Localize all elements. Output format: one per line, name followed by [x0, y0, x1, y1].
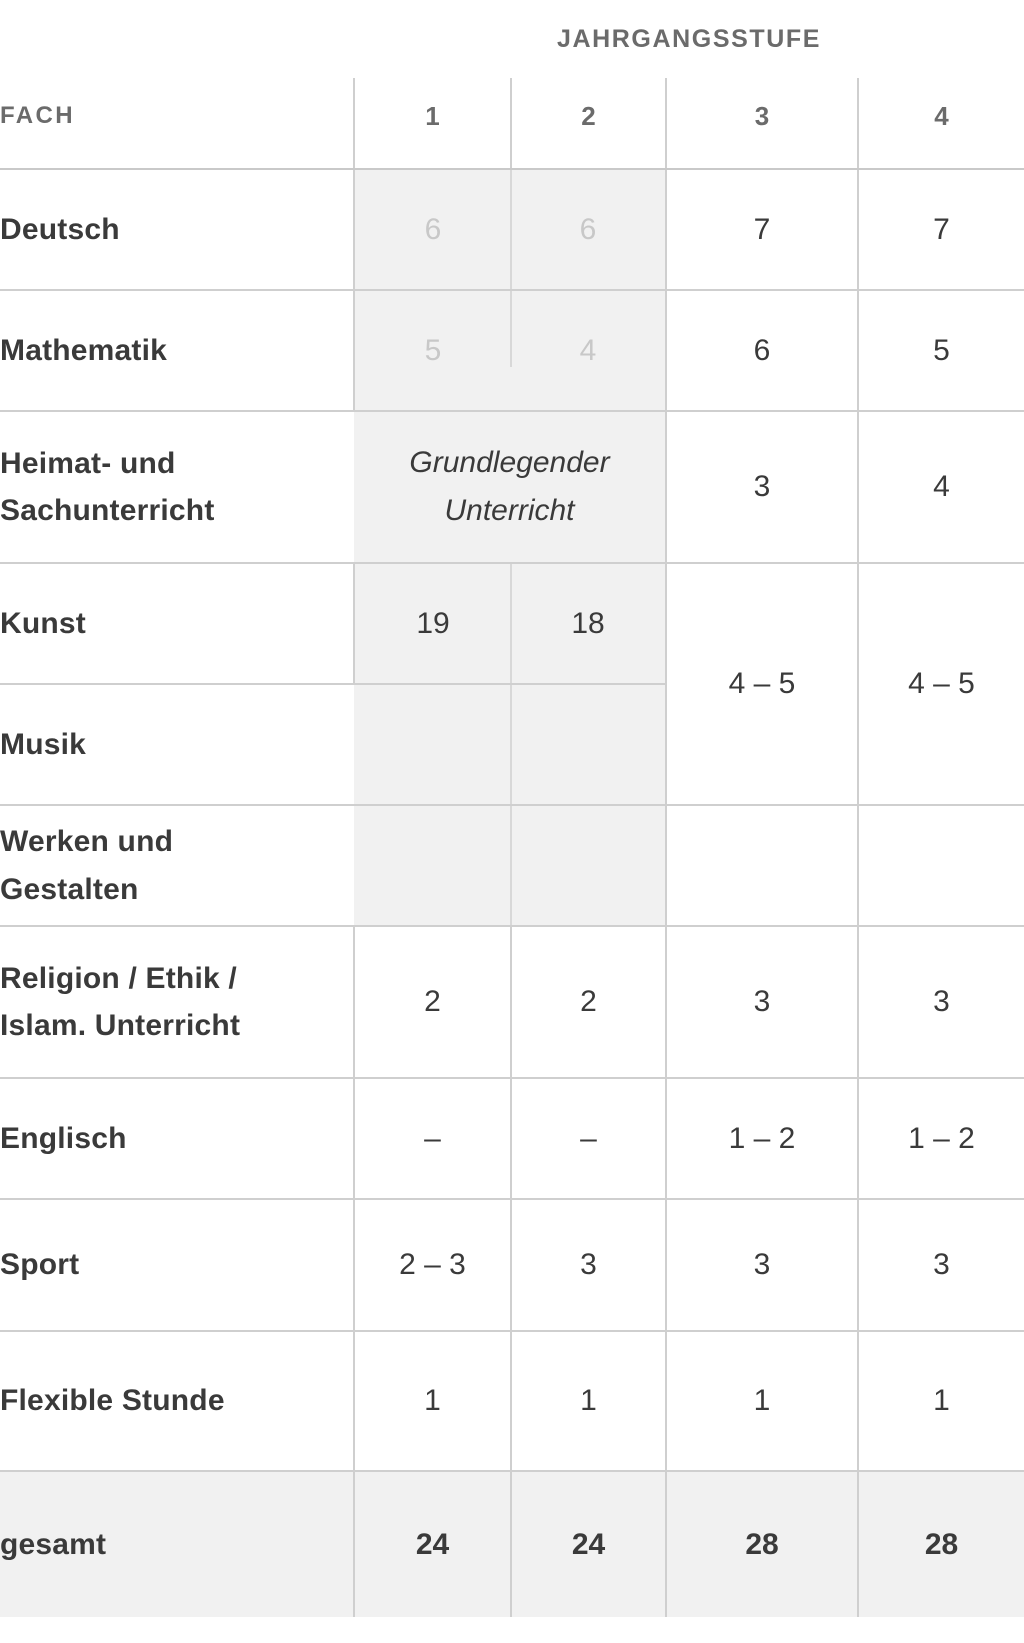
cell-flexible-year-4: 1	[856, 1331, 1024, 1472]
row-subject-kunst: Kunst	[0, 563, 354, 685]
cell-gesamt-year-1: 24	[353, 1470, 511, 1617]
group-header-jahrgangsstufe: JAHRGANGSSTUFE	[556, 24, 822, 53]
cell-religion-year-2: 2	[510, 926, 666, 1079]
row-subject-musik: Musik	[0, 684, 354, 806]
column-header-year-1: 1	[353, 78, 511, 170]
cell-religion-year-3: 3	[665, 926, 858, 1079]
cell-werken-year-2	[510, 805, 666, 927]
cell-heimat-year-4: 4	[856, 411, 1024, 564]
cell-sport-year-3: 3	[665, 1199, 858, 1332]
row-subject-religion-ethik-islam: Religion / Ethik / Islam. Unterricht	[0, 926, 354, 1079]
cell-kunst-year-2: 18	[510, 563, 666, 685]
cell-mathematik-year-4: 5	[856, 290, 1024, 412]
row-subject-heimat-sachunterricht: Heimat- und Sachunterricht	[0, 411, 354, 564]
group-header-row: JAHRGANGSSTUFE	[0, 0, 1024, 78]
cell-deutsch-year-1: 6	[353, 169, 511, 291]
table-row: Sport 2 – 3 3 3 3	[0, 1199, 1024, 1332]
row-subject-sport: Sport	[0, 1199, 354, 1332]
cell-flexible-year-2: 1	[510, 1331, 666, 1472]
cell-grundlegender-unterricht: Grundlegender Unterricht	[354, 411, 666, 564]
table-row: Heimat- und Sachunterricht Grundlegender…	[0, 411, 1024, 564]
cell-werken-year-1	[354, 805, 511, 927]
cell-kunst-year-1: 19	[353, 563, 511, 685]
cell-flexible-year-1: 1	[353, 1331, 511, 1472]
row-subject-line-2: Sachunterricht	[0, 494, 215, 527]
table-body: Deutsch 6 6 7 7 Mathematik 5 4 6 5 Heima…	[0, 169, 1024, 1617]
row-subject-line-1: Heimat- und	[0, 446, 176, 480]
row-subject-line-2: Islam. Unterricht	[0, 1009, 241, 1042]
row-subject-gesamt: gesamt	[0, 1470, 354, 1617]
cell-mathematik-year-2: 4	[510, 290, 666, 412]
cell-deutsch-year-2: 6	[510, 169, 666, 291]
column-header-row: FACH 1 2 3 4	[0, 78, 1024, 170]
cell-deutsch-year-3: 7	[665, 169, 858, 291]
group-header-spacer	[0, 0, 354, 78]
table-header: JAHRGANGSSTUFE FACH 1 2 3 4	[0, 0, 1024, 170]
cell-musik-year-2	[510, 684, 666, 806]
stundentafel-sheet: JAHRGANGSSTUFE FACH 1 2 3 4 Deutsch 6 6 …	[0, 0, 1024, 1643]
cell-gesamt-year-4: 28	[856, 1470, 1024, 1617]
column-header-fach: FACH	[0, 78, 354, 170]
row-subject-line-2: Gestalten	[0, 872, 139, 906]
cell-heimat-year-3: 3	[665, 411, 858, 564]
cell-musik-year-1	[354, 684, 511, 806]
cell-religion-year-4: 3	[856, 926, 1024, 1079]
table-row: Flexible Stunde 1 1 1 1	[0, 1331, 1024, 1472]
cell-mathematik-year-1: 5	[353, 290, 511, 412]
cell-werken-year-3	[665, 805, 858, 927]
cell-mathematik-year-3: 6	[665, 290, 858, 412]
cell-sport-year-1: 2 – 3	[353, 1199, 511, 1332]
table-total-row: gesamt 24 24 28 28	[0, 1470, 1024, 1617]
table-row: Deutsch 6 6 7 7	[0, 169, 1024, 291]
row-subject-flexible-stunde: Flexible Stunde	[0, 1331, 354, 1472]
cell-gesamt-year-2: 24	[510, 1470, 666, 1617]
table-row: Werken und Gestalten	[0, 805, 1024, 927]
cell-werken-year-4	[856, 805, 1024, 927]
cell-sport-year-2: 3	[510, 1199, 666, 1332]
cell-deutsch-year-4: 7	[856, 169, 1024, 291]
cell-musik-werken-year-4: 4 – 5	[856, 563, 1024, 806]
table-row: Mathematik 5 4 6 5	[0, 290, 1024, 412]
table-row: Englisch – – 1 – 2 1 – 2	[0, 1078, 1024, 1200]
cell-englisch-year-2: –	[510, 1078, 666, 1200]
row-subject-line-1: Werken und	[0, 825, 174, 859]
cell-englisch-year-1: –	[353, 1078, 511, 1200]
row-subject-deutsch: Deutsch	[0, 169, 354, 291]
cell-musik-werken-year-3: 4 – 5	[665, 563, 858, 806]
column-header-year-4: 4	[856, 78, 1024, 170]
row-subject-englisch: Englisch	[0, 1078, 354, 1200]
table-row: Kunst 19 18 4 – 5 4 – 5	[0, 563, 1024, 806]
cell-gesamt-year-3: 28	[665, 1470, 858, 1617]
row-subject-mathematik: Mathematik	[0, 290, 354, 412]
table-row: Religion / Ethik / Islam. Unterricht 2 2…	[0, 926, 1024, 1079]
cell-flexible-year-3: 1	[665, 1331, 858, 1472]
curriculum-hours-table: JAHRGANGSSTUFE FACH 1 2 3 4 Deutsch 6 6 …	[0, 0, 1024, 1617]
cell-sport-year-4: 3	[856, 1199, 1024, 1332]
cell-religion-year-1: 2	[353, 926, 511, 1079]
cell-englisch-year-4: 1 – 2	[856, 1078, 1024, 1200]
column-header-year-3: 3	[665, 78, 858, 170]
row-subject-werken-gestalten: Werken und Gestalten	[0, 805, 354, 927]
cell-englisch-year-3: 1 – 2	[665, 1078, 858, 1200]
row-subject-line-1: Religion / Ethik /	[0, 961, 237, 995]
column-header-year-2: 2	[510, 78, 666, 170]
